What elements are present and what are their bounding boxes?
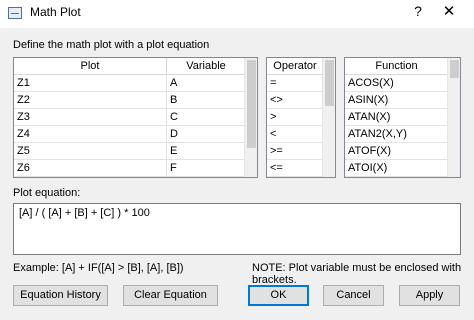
plot-cell[interactable]: Z4 xyxy=(14,126,167,143)
instructions-text: Define the math plot with a plot equatio… xyxy=(13,39,210,51)
variable-cell[interactable]: E xyxy=(167,143,246,160)
ok-button[interactable]: OK xyxy=(248,285,309,306)
list-item[interactable]: ACOS(X) xyxy=(345,75,449,92)
list-item[interactable]: > xyxy=(267,109,324,126)
operator-grid-scroll-thumb[interactable] xyxy=(325,60,334,106)
function-grid-scrollbar[interactable] xyxy=(447,58,460,177)
plot-variable-grid[interactable]: Plot Variable Z1 A Z2 B Z3 C Z4 D Z5 E Z… xyxy=(13,57,258,178)
table-row[interactable]: Z4 D xyxy=(14,126,246,143)
note-text: NOTE: Plot variable must be enclosed wit… xyxy=(252,262,462,286)
table-row[interactable]: Z5 E xyxy=(14,143,246,160)
function-grid[interactable]: Function ACOS(X) ASIN(X) ATAN(X) ATAN2(X… xyxy=(344,57,461,178)
list-item[interactable]: <> xyxy=(267,92,324,109)
apply-button[interactable]: Apply xyxy=(399,285,460,306)
function-grid-scroll-thumb[interactable] xyxy=(450,60,459,78)
operator-grid-scrollbar[interactable] xyxy=(322,58,335,177)
operator-cell[interactable]: <> xyxy=(267,92,324,109)
example-text: Example: [A] + IF([A] > [B], [A], [B]) xyxy=(13,262,184,274)
function-cell[interactable]: ATOF(X) xyxy=(345,143,449,160)
plot-grid-scroll-thumb[interactable] xyxy=(247,60,256,148)
column-header-variable[interactable]: Variable xyxy=(167,58,246,75)
column-header-plot[interactable]: Plot xyxy=(14,58,167,75)
list-item[interactable]: >= xyxy=(267,143,324,160)
operator-cell[interactable]: < xyxy=(267,126,324,143)
window-title: Math Plot xyxy=(30,5,81,19)
list-item[interactable]: <= xyxy=(267,160,324,177)
variable-cell[interactable]: F xyxy=(167,160,246,177)
list-item[interactable]: ATAN(X) xyxy=(345,109,449,126)
list-item[interactable]: ATOI(X) xyxy=(345,160,449,177)
list-item[interactable]: ATAN2(X,Y) xyxy=(345,126,449,143)
operator-cell[interactable]: = xyxy=(267,75,324,92)
function-cell[interactable]: ACOS(X) xyxy=(345,75,449,92)
list-item[interactable]: ASIN(X) xyxy=(345,92,449,109)
clear-equation-button[interactable]: Clear Equation xyxy=(123,285,218,306)
title-bar: Math Plot ? ✕ xyxy=(0,0,474,28)
operator-cell[interactable]: > xyxy=(267,109,324,126)
function-cell[interactable]: ATAN(X) xyxy=(345,109,449,126)
plot-grid-scrollbar[interactable] xyxy=(244,58,257,177)
variable-cell[interactable]: B xyxy=(167,92,246,109)
plot-equation-input[interactable]: [A] / ( [A] + [B] + [C] ) * 100 xyxy=(13,203,461,255)
cancel-button[interactable]: Cancel xyxy=(323,285,384,306)
column-header-operator[interactable]: Operator xyxy=(267,58,324,75)
operator-cell[interactable]: >= xyxy=(267,143,324,160)
list-item[interactable]: < xyxy=(267,126,324,143)
variable-cell[interactable]: A xyxy=(167,75,246,92)
operator-grid[interactable]: Operator = <> > < >= <= xyxy=(266,57,336,178)
table-row[interactable]: Z2 B xyxy=(14,92,246,109)
plot-cell[interactable]: Z6 xyxy=(14,160,167,177)
list-item[interactable]: ATOF(X) xyxy=(345,143,449,160)
plot-cell[interactable]: Z1 xyxy=(14,75,167,92)
app-window-icon xyxy=(8,7,22,19)
table-row[interactable]: Z3 C xyxy=(14,109,246,126)
variable-cell[interactable]: D xyxy=(167,126,246,143)
column-header-function[interactable]: Function xyxy=(345,58,449,75)
operator-cell[interactable]: <= xyxy=(267,160,324,177)
dialog-body: Define the math plot with a plot equatio… xyxy=(0,28,474,320)
function-cell[interactable]: ASIN(X) xyxy=(345,92,449,109)
function-cell[interactable]: ATOI(X) xyxy=(345,160,449,177)
function-cell[interactable]: ATAN2(X,Y) xyxy=(345,126,449,143)
list-item[interactable]: = xyxy=(267,75,324,92)
help-icon[interactable]: ? xyxy=(410,3,426,19)
variable-cell[interactable]: C xyxy=(167,109,246,126)
plot-cell[interactable]: Z2 xyxy=(14,92,167,109)
table-row[interactable]: Z6 F xyxy=(14,160,246,177)
plot-cell[interactable]: Z3 xyxy=(14,109,167,126)
plot-cell[interactable]: Z5 xyxy=(14,143,167,160)
close-icon[interactable]: ✕ xyxy=(440,2,458,20)
equation-history-button[interactable]: Equation History xyxy=(13,285,108,306)
table-row[interactable]: Z1 A xyxy=(14,75,246,92)
plot-equation-label: Plot equation: xyxy=(13,187,81,199)
